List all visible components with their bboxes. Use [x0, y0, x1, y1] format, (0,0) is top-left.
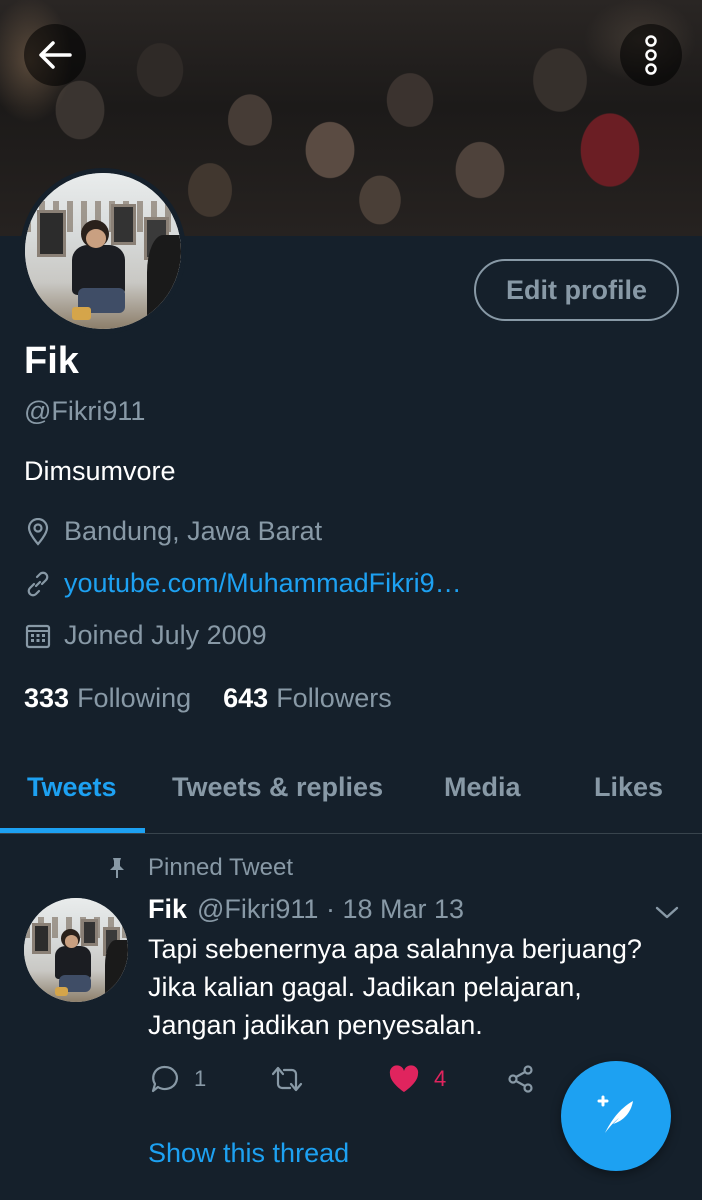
chevron-down-icon[interactable] [654, 900, 680, 924]
following-count: 333 [24, 683, 70, 713]
profile-bio: Dimsumvore [24, 456, 176, 486]
share-button[interactable] [506, 1064, 536, 1094]
tweet-handle-date: @Fikri911 · 18 Mar 13 [197, 894, 465, 924]
location-text: Bandung, Jawa Barat [64, 516, 323, 546]
tweet-actions: 1 4 [150, 1064, 550, 1100]
tab-media[interactable]: Media [444, 772, 521, 803]
show-thread-link[interactable]: Show this thread [148, 1138, 349, 1169]
link-icon [24, 570, 52, 598]
profile-joined: Joined July 2009 [24, 620, 267, 651]
followers-count: 643 [223, 683, 269, 713]
tweet-author-name[interactable]: Fik [148, 894, 187, 925]
heart-icon [389, 1065, 419, 1092]
reply-icon [151, 1065, 178, 1093]
pinned-indicator: Pinned Tweet [108, 854, 293, 882]
profile-avatar[interactable] [20, 168, 186, 334]
share-icon [508, 1065, 533, 1093]
reply-button[interactable]: 1 [150, 1064, 206, 1094]
tweet-line: Jangan jadikan penyesalan. [148, 1010, 483, 1040]
website-link[interactable]: youtube.com/MuhammadFikri9… [64, 568, 462, 599]
retweet-button[interactable] [270, 1064, 318, 1094]
pinned-label: Pinned Tweet [148, 854, 293, 881]
compose-feather-icon [597, 1095, 633, 1133]
arrow-left-icon [39, 41, 72, 69]
active-tab-indicator [0, 828, 145, 833]
following-link[interactable]: 333 Following [24, 683, 191, 714]
tweet-line: Jika kalian gagal. Jadikan pelajaran, [148, 972, 582, 1002]
tweet-text: Tapi sebenernya apa salahnya berjuang? J… [148, 930, 688, 1044]
compose-tweet-button[interactable] [561, 1061, 671, 1171]
edit-profile-button[interactable]: Edit profile [474, 259, 679, 321]
pin-icon [110, 858, 124, 878]
joined-text: Joined July 2009 [64, 620, 267, 650]
location-pin-icon [24, 517, 52, 546]
calendar-icon [24, 622, 52, 650]
tweet-line: Tapi sebenernya apa salahnya berjuang? [148, 934, 642, 964]
retweet-icon [271, 1066, 303, 1092]
more-options-button[interactable] [620, 24, 682, 86]
profile-tabs: Tweets Tweets & replies Media Likes [0, 748, 702, 834]
tweet-header: Fik @Fikri911 · 18 Mar 13 [148, 894, 464, 925]
tab-tweets[interactable]: Tweets [27, 772, 117, 803]
followers-link[interactable]: 643 Followers [223, 683, 392, 714]
profile-website[interactable]: youtube.com/MuhammadFikri9… [24, 568, 462, 599]
back-button[interactable] [24, 24, 86, 86]
tweet-avatar[interactable] [24, 898, 128, 1002]
like-button[interactable]: 4 [388, 1064, 446, 1094]
like-count: 4 [434, 1066, 447, 1091]
following-label: Following [77, 683, 192, 713]
profile-location: Bandung, Jawa Barat [24, 516, 322, 547]
profile-handle: @Fikri911 [24, 396, 146, 426]
reply-count: 1 [194, 1066, 207, 1091]
tab-likes[interactable]: Likes [594, 772, 663, 803]
profile-name: Fik [24, 340, 79, 382]
follow-counts: 333 Following 643 Followers [24, 683, 424, 714]
followers-label: Followers [276, 683, 392, 713]
more-vertical-icon [645, 35, 657, 75]
tab-tweets-replies[interactable]: Tweets & replies [172, 772, 383, 803]
